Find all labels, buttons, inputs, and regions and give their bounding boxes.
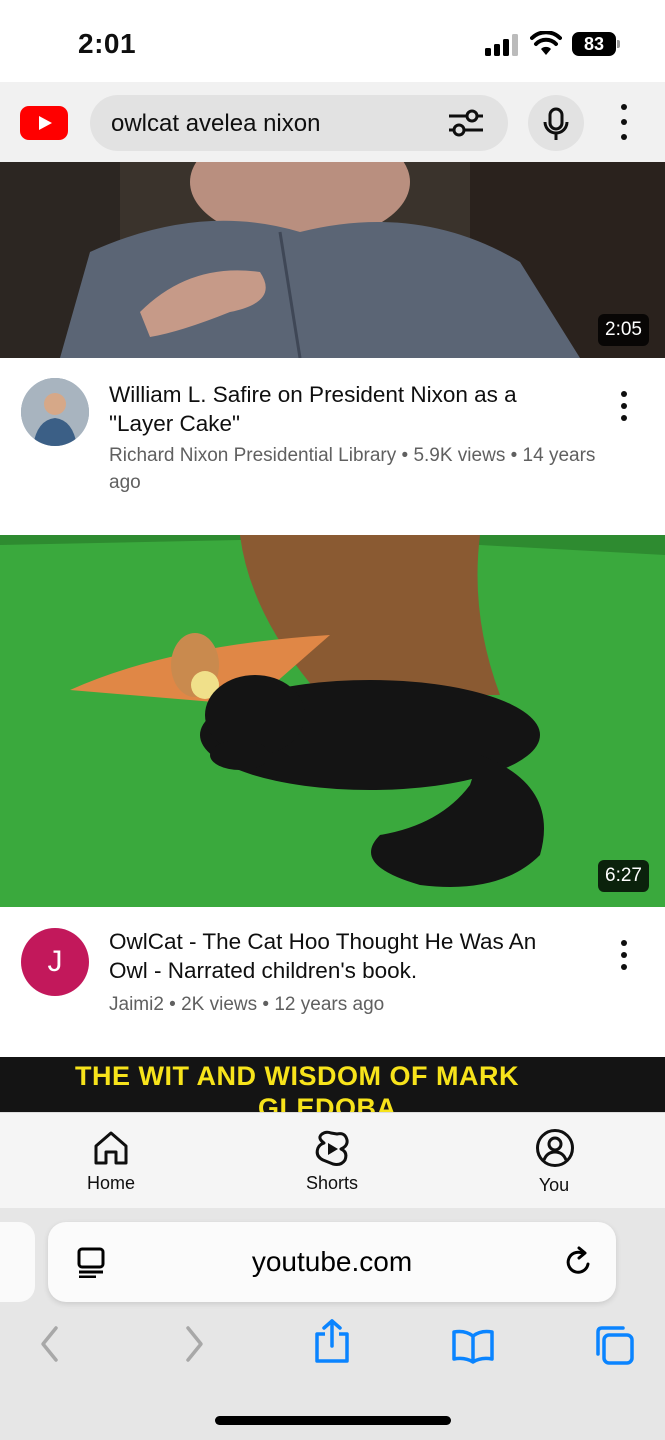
video-menu-icon[interactable]: [612, 940, 636, 970]
home-indicator: [215, 1416, 451, 1425]
search-header: owlcat avelea nixon: [0, 82, 665, 162]
tabs-icon[interactable]: [593, 1324, 635, 1366]
battery-level: 83: [583, 34, 605, 54]
video-thumbnail[interactable]: 6:27: [0, 535, 665, 907]
video-title[interactable]: OwlCat - The Cat Hoo Thought He Was An O…: [109, 927, 579, 985]
video-meta: Richard Nixon Presidential Library • 5.9…: [109, 445, 596, 493]
video-title[interactable]: William L. Safire on President Nixon as …: [109, 380, 579, 438]
filter-icon[interactable]: [446, 107, 486, 139]
back-icon[interactable]: [38, 1324, 62, 1364]
previous-tab-preview[interactable]: [0, 1222, 35, 1302]
video-meta: Jaimi2 • 2K views • 12 years ago: [109, 994, 385, 1015]
home-icon: [94, 1131, 128, 1165]
cellular-signal-icon: [485, 34, 519, 56]
avatar-letter: J: [47, 945, 63, 978]
battery-icon: 83: [572, 32, 616, 56]
video-thumbnail[interactable]: 2:05: [0, 162, 665, 358]
mic-icon: [543, 107, 569, 140]
forward-icon[interactable]: [182, 1324, 206, 1364]
video-info-row[interactable]: J OwlCat - The Cat Hoo Thought He Was An…: [0, 907, 665, 1057]
browser-toolbar: youtube.com: [0, 1208, 665, 1440]
youtube-logo-icon[interactable]: [20, 106, 68, 140]
nav-home-label: Home: [86, 1173, 135, 1193]
share-icon[interactable]: [313, 1318, 351, 1364]
video-duration: 6:27: [598, 860, 649, 892]
video-menu-icon[interactable]: [612, 391, 636, 421]
thumbnail-caption: THE WIT AND WISDOM OF MARK: [75, 1061, 519, 1091]
nav-shorts[interactable]: Shorts: [272, 1113, 392, 1209]
address-bar[interactable]: youtube.com: [48, 1222, 616, 1302]
bottom-navigation: Home Shorts You: [0, 1112, 665, 1208]
account-icon: [536, 1129, 574, 1167]
status-bar: 2:01 83: [0, 0, 665, 82]
thumbnail-caption-line2: GLEDOBA: [258, 1093, 397, 1113]
url-text[interactable]: youtube.com: [48, 1246, 616, 1278]
video-duration: 2:05: [598, 314, 649, 346]
wifi-icon: [530, 31, 562, 55]
channel-avatar[interactable]: [21, 378, 89, 446]
voice-search-button[interactable]: [528, 95, 584, 151]
nav-you-label: You: [538, 1175, 570, 1195]
battery-tip: [617, 40, 620, 48]
nav-shorts-label: Shorts: [305, 1173, 359, 1193]
thumbnail-image: [0, 162, 665, 358]
reload-icon[interactable]: [564, 1246, 594, 1278]
nav-home[interactable]: Home: [51, 1113, 171, 1209]
thumbnail-image: [0, 535, 665, 907]
search-query[interactable]: owlcat avelea nixon: [111, 110, 320, 138]
more-options-icon[interactable]: [612, 104, 636, 140]
video-thumbnail[interactable]: THE WIT AND WISDOM OF MARK GLEDOBA: [0, 1057, 665, 1113]
nav-you[interactable]: You: [494, 1113, 614, 1209]
clock: 2:01: [78, 28, 137, 59]
shorts-icon: [315, 1130, 349, 1166]
search-input[interactable]: owlcat avelea nixon: [90, 95, 508, 151]
bookmarks-icon[interactable]: [451, 1328, 495, 1364]
video-info-row[interactable]: William L. Safire on President Nixon as …: [0, 358, 665, 535]
channel-avatar[interactable]: J: [21, 928, 89, 996]
